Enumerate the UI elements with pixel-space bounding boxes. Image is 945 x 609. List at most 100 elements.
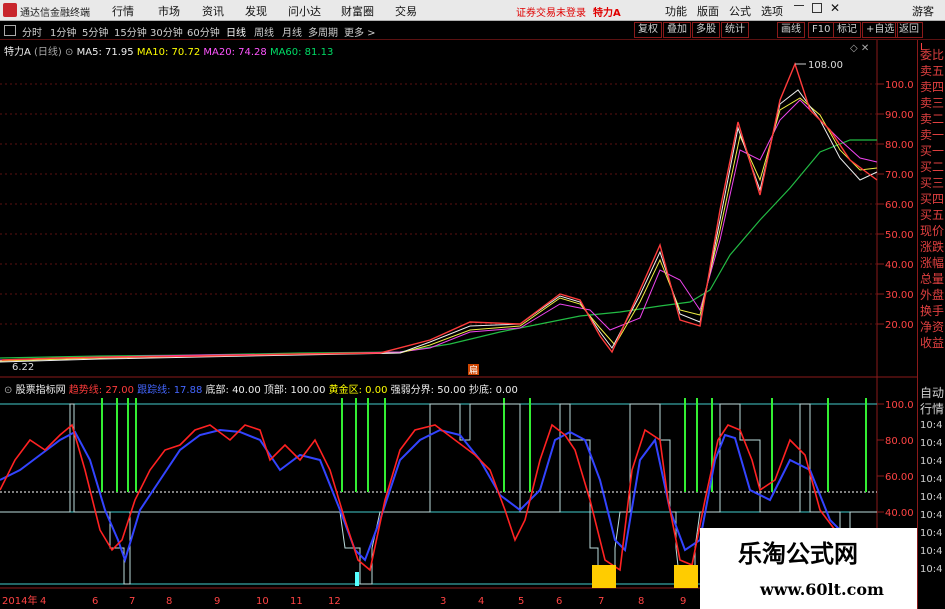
strength-value: 强弱分界: 50.00	[390, 385, 466, 396]
peak-label: 108.00	[808, 60, 843, 71]
app-logo-icon	[3, 3, 17, 17]
panel-item: 外盘	[920, 288, 945, 302]
maximize-icon[interactable]	[812, 3, 822, 13]
diejia-button[interactable]: 叠加	[663, 22, 691, 38]
price-axis-label: 60.00	[885, 200, 914, 211]
panel-item[interactable]: 行情	[920, 400, 944, 417]
settings-icon[interactable]: ⊙	[65, 47, 73, 58]
pane-controls[interactable]: ◇ ✕	[850, 43, 869, 54]
menu-shichang[interactable]: 市场	[158, 3, 180, 19]
menu-jiaoyi[interactable]: 交易	[395, 3, 417, 19]
follow-value: 跟踪线: 17.88	[137, 385, 203, 396]
back-button[interactable]: 返回	[895, 22, 923, 38]
duogu-button[interactable]: 多股	[692, 22, 720, 38]
ma10-value: MA10: 70.72	[136, 47, 201, 58]
f10-button[interactable]: F10	[808, 22, 835, 38]
close-icon[interactable]: ✕	[830, 1, 840, 15]
tab-multi-period[interactable]: 多周期	[308, 24, 338, 39]
stock-name-title: 特力A	[593, 8, 621, 19]
tab-30min[interactable]: 30分钟	[150, 24, 183, 39]
top-value: 顶部: 100.00	[263, 385, 326, 396]
golden-zone-bar	[674, 565, 698, 588]
panel-item[interactable]: 自动	[920, 384, 944, 401]
time-item: 10:4	[920, 438, 943, 449]
panel-item: 卖五	[920, 64, 945, 78]
app-title: 通达信金融终端	[20, 8, 90, 19]
menu-zixun[interactable]: 资讯	[202, 3, 224, 19]
panel-item: 买五	[920, 208, 945, 222]
indicator-axis-label: 60.00	[885, 472, 914, 483]
price-axis-label: 100.0	[885, 80, 914, 91]
minimize-icon[interactable]	[794, 5, 804, 6]
date-axis-label: 7	[129, 596, 135, 607]
chaodi-value: 抄底: 0.00	[469, 385, 518, 396]
fuquan-button[interactable]: 复权	[634, 22, 662, 38]
timeframe-toolbar: 分时 1分钟 5分钟 15分钟 30分钟 60分钟 日线 周线 月线 多周期 更…	[0, 21, 945, 40]
panel-item: 买四	[920, 192, 945, 206]
panel-item: 换手	[920, 304, 945, 318]
panel-item: 买三	[920, 176, 945, 190]
tab-5min[interactable]: 5分钟	[82, 24, 108, 39]
low-label: 6.22	[12, 362, 34, 373]
time-item: 10:4	[920, 474, 943, 485]
panel-item: 卖四	[920, 80, 945, 94]
ma60-value: MA60: 81.13	[269, 47, 334, 58]
price-axis-label: 40.00	[885, 260, 914, 271]
menu-wenxiaoda[interactable]: 问小达	[288, 3, 321, 19]
price-grid	[0, 83, 877, 325]
panel-item: 涨幅	[920, 256, 945, 270]
tab-60min[interactable]: 60分钟	[187, 24, 220, 39]
tab-monthly[interactable]: 月线	[282, 24, 302, 39]
menu-gongshi[interactable]: 公式	[729, 3, 751, 19]
chart-canvas[interactable]: 108.00 6.22 扁 100.0 90.00 80.00 70.00 60…	[0, 40, 917, 609]
tongji-button[interactable]: 统计	[721, 22, 749, 38]
tab-daily[interactable]: 日线	[226, 24, 246, 39]
price-axis-label: 30.00	[885, 290, 914, 301]
menu-faxian[interactable]: 发现	[245, 3, 267, 19]
signal-bars	[101, 398, 867, 492]
guest-label[interactable]: 游客	[912, 3, 934, 19]
gold-value: 黄金区: 0.00	[328, 385, 388, 396]
indicator-axis-label: 100.0	[885, 400, 914, 411]
panel-item: 卖三	[920, 96, 945, 110]
right-quote-panel: L 委比 卖五 卖四 卖三 卖二 卖一 买一 买二 买三 买四 买五 现价 涨跌…	[917, 40, 945, 609]
watermark: 乐淘公式网 www.60lt.com	[700, 528, 917, 609]
price-axis-label: 90.00	[885, 110, 914, 121]
time-item: 10:4	[920, 456, 943, 467]
stock-name-label: 特力A	[4, 47, 31, 58]
biaoji-button[interactable]: 标记	[833, 22, 861, 38]
ma5-line	[0, 89, 878, 363]
ma5-value: MA5: 71.95	[76, 47, 134, 58]
date-axis-label: 8	[638, 596, 644, 607]
period-label: (日线)	[34, 47, 62, 58]
date-axis-label: 6	[92, 596, 98, 607]
date-axis-label: 7	[598, 596, 604, 607]
time-item: 10:4	[920, 564, 943, 575]
huaxian-button[interactable]: 画线	[777, 22, 805, 38]
menu-caifuquan[interactable]: 财富圈	[341, 3, 374, 19]
time-item: 10:4	[920, 420, 943, 431]
panel-item: 总量	[920, 272, 945, 286]
menu-banmian[interactable]: 版面	[697, 3, 719, 19]
indicator-settings-icon[interactable]: ⊙	[4, 385, 12, 396]
price-axis-label: 50.00	[885, 230, 914, 241]
tab-weekly[interactable]: 周线	[254, 24, 274, 39]
login-status[interactable]: 证券交易未登录	[516, 4, 586, 19]
layout-icon[interactable]	[4, 25, 16, 36]
tab-more[interactable]: 更多 >	[344, 24, 376, 39]
menu-gongneng[interactable]: 功能	[665, 3, 687, 19]
date-axis-label: 6	[556, 596, 562, 607]
tab-1min[interactable]: 1分钟	[50, 24, 76, 39]
menu-xuanxiang[interactable]: 选项	[761, 3, 783, 19]
panel-item: 现价	[920, 224, 945, 238]
add-watchlist-button[interactable]: +自选	[862, 22, 899, 38]
watermark-title: 乐淘公式网	[738, 540, 858, 568]
marker-badge-label: 扁	[469, 364, 478, 376]
panel-item: 收益	[920, 336, 945, 350]
tab-15min[interactable]: 15分钟	[114, 24, 147, 39]
indicator-name[interactable]: 股票指标网	[16, 385, 66, 396]
tab-fenshi[interactable]: 分时	[22, 24, 42, 39]
date-axis-label: 9	[214, 596, 220, 607]
panel-item: 卖一	[920, 128, 945, 142]
menu-hangqing[interactable]: 行情	[112, 3, 134, 19]
